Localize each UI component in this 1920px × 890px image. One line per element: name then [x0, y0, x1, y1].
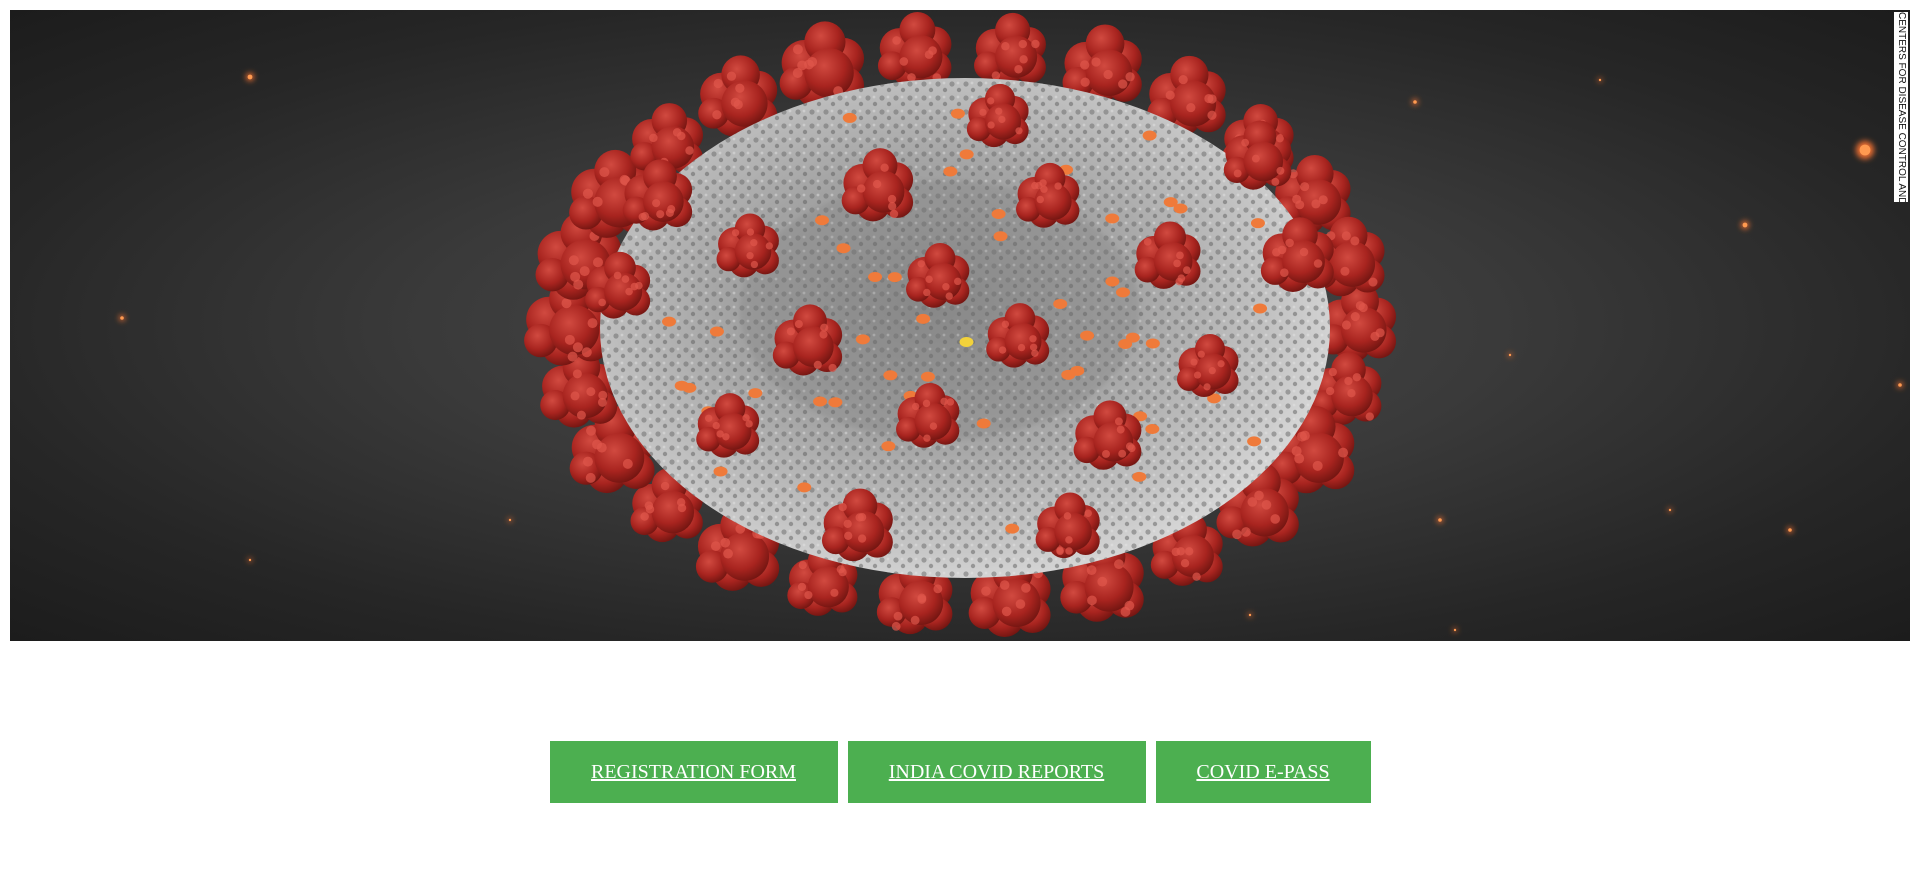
image-credit: CENTERS FOR DISEASE CONTROL AND PREVENTI…: [1894, 12, 1908, 202]
spike-protein: [1318, 282, 1397, 363]
spike-protein: [974, 12, 1046, 87]
nav-buttons: REGISTRATION FORM INDIA COVID REPORTS CO…: [0, 741, 1920, 803]
hero-image: CENTERS FOR DISEASE CONTROL AND PREVENTI…: [10, 10, 1910, 641]
india-covid-reports-button[interactable]: INDIA COVID REPORTS: [847, 741, 1146, 803]
coronavirus-illustration: [119, 11, 1903, 637]
registration-form-button[interactable]: REGISTRATION FORM: [549, 741, 838, 803]
spike-protein: [877, 11, 952, 88]
covid-e-pass-button[interactable]: COVID E-PASS: [1155, 741, 1371, 803]
